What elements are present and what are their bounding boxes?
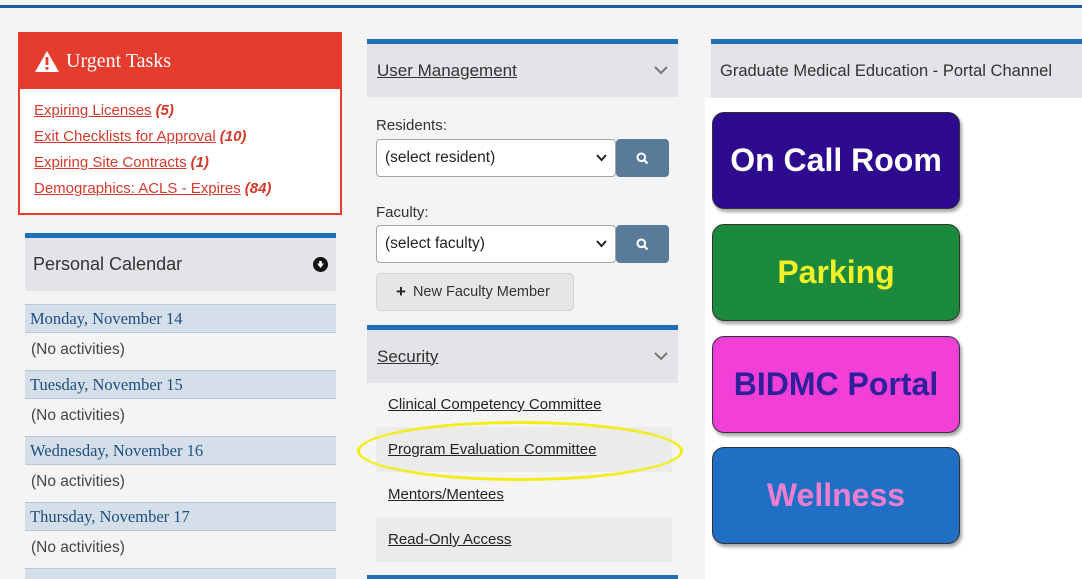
user-management-header[interactable]: User Management [367, 39, 678, 97]
security-item-read-only[interactable]: Read-Only Access [376, 517, 672, 562]
urgent-item-expiring-licenses: Expiring Licenses (5) [34, 98, 340, 124]
urgent-link-site-contracts[interactable]: Expiring Site Contracts [34, 154, 187, 171]
resident-select[interactable]: (select resident) [376, 139, 616, 177]
security-link[interactable]: Read-Only Access [388, 531, 511, 548]
new-faculty-member-button[interactable]: + New Faculty Member [376, 273, 574, 311]
chevron-down-icon[interactable] [654, 352, 668, 361]
calendar-day-partial [25, 568, 336, 579]
faculty-label: Faculty: [376, 204, 429, 221]
circle-arrow-down-icon[interactable] [313, 257, 328, 272]
calendar-day: Monday, November 14 [25, 304, 336, 333]
search-icon [636, 152, 649, 164]
user-management-title[interactable]: User Management [377, 61, 517, 81]
bidmc-portal-label: BIDMC Portal [733, 366, 939, 402]
parking-button[interactable]: Parking [712, 224, 960, 321]
calendar-activity: (No activities) [31, 407, 125, 424]
faculty-select[interactable]: (select faculty) [376, 225, 616, 263]
security-link[interactable]: Clinical Competency Committee [388, 396, 601, 413]
urgent-count: (5) [155, 102, 174, 119]
chevron-down-icon [596, 154, 607, 162]
chevron-down-icon[interactable] [654, 66, 668, 75]
on-call-room-label: On Call Room [730, 142, 942, 178]
warning-icon [35, 51, 59, 72]
faculty-select-value: (select faculty) [385, 235, 485, 252]
calendar-activity: (No activities) [31, 341, 125, 358]
portal-channel-header: Graduate Medical Education - Portal Chan… [711, 39, 1082, 98]
search-resident-button[interactable] [616, 139, 669, 177]
yellow-highlight-ellipse [357, 421, 683, 481]
urgent-link-expiring-licenses[interactable]: Expiring Licenses [34, 102, 152, 119]
search-icon [636, 238, 649, 250]
security-link[interactable]: Mentors/Mentees [388, 486, 504, 503]
calendar-activity: (No activities) [31, 473, 125, 490]
urgent-tasks-header: Urgent Tasks [20, 34, 340, 89]
calendar-day: Wednesday, November 16 [25, 436, 336, 465]
security-title[interactable]: Security [377, 347, 438, 367]
portal-channel-title: Graduate Medical Education - Portal Chan… [720, 62, 1053, 80]
bidmc-portal-button[interactable]: BIDMC Portal [712, 336, 960, 433]
urgent-link-exit-checklists[interactable]: Exit Checklists for Approval [34, 128, 216, 145]
urgent-tasks-title: Urgent Tasks [66, 50, 172, 72]
urgent-link-acls-expires[interactable]: Demographics: ACLS - Expires [34, 180, 241, 197]
on-call-room-button[interactable]: On Call Room [712, 112, 960, 209]
plus-icon: + [396, 282, 406, 301]
wellness-button[interactable]: Wellness [712, 447, 960, 544]
wellness-label: Wellness [766, 477, 906, 513]
calendar-activity: (No activities) [31, 539, 125, 556]
urgent-count: (10) [219, 128, 247, 145]
personal-calendar-panel: Personal Calendar Monday, November 14 (N… [25, 233, 336, 579]
urgent-tasks-panel: Urgent Tasks Expiring Licenses (5) Exit C… [18, 32, 342, 215]
top-accent-line [0, 5, 1082, 8]
urgent-tasks-list: Expiring Licenses (5) Exit Checklists for… [20, 89, 340, 202]
residents-label: Residents: [376, 117, 447, 134]
urgent-item-acls-expires: Demographics: ACLS - Expires (84) [34, 176, 340, 202]
calendar-day: Thursday, November 17 [25, 502, 336, 531]
urgent-count: (84) [244, 180, 272, 197]
urgent-item-site-contracts: Expiring Site Contracts (1) [34, 150, 340, 176]
security-header[interactable]: Security [367, 325, 678, 383]
new-faculty-label: New Faculty Member [412, 284, 550, 300]
urgent-count: (1) [190, 154, 209, 171]
resident-select-value: (select resident) [385, 149, 496, 166]
search-faculty-button[interactable] [616, 225, 669, 263]
calendar-day: Tuesday, November 15 [25, 370, 336, 399]
urgent-item-exit-checklists: Exit Checklists for Approval (10) [34, 124, 340, 150]
calendar-title: Personal Calendar [33, 254, 183, 274]
chevron-down-icon [596, 240, 607, 248]
parking-label: Parking [777, 254, 895, 290]
next-panel-accent [367, 575, 678, 579]
calendar-header[interactable]: Personal Calendar [25, 233, 336, 291]
